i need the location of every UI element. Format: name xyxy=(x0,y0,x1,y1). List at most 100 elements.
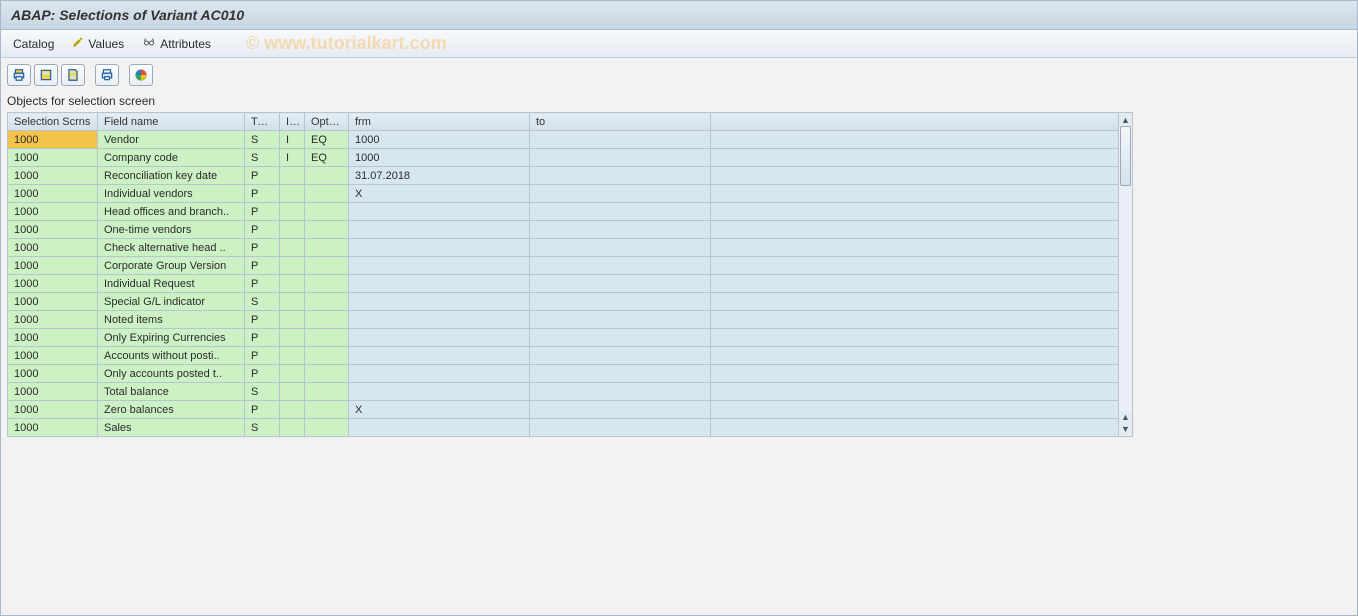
cell-scrn[interactable]: 1000 xyxy=(8,185,98,203)
cell-scrn[interactable]: 1000 xyxy=(8,293,98,311)
cell-from[interactable]: 1000 xyxy=(349,149,530,167)
cell-scrn[interactable]: 1000 xyxy=(8,383,98,401)
cell-type[interactable]: P xyxy=(245,239,280,257)
cell-type[interactable]: S xyxy=(245,383,280,401)
cell-from[interactable]: 1000 xyxy=(349,131,530,149)
table-row[interactable]: 1000Zero balancesPX xyxy=(8,401,1119,419)
cell-field-name[interactable]: Only accounts posted t.. xyxy=(98,365,245,383)
col-to[interactable]: to xyxy=(530,113,711,131)
cell-type[interactable]: P xyxy=(245,221,280,239)
cell-to[interactable] xyxy=(530,275,711,293)
scroll-track[interactable] xyxy=(1119,126,1132,411)
cell-ie[interactable]: I xyxy=(280,131,305,149)
cell-from[interactable]: 31.07.2018 xyxy=(349,167,530,185)
cell-type[interactable]: P xyxy=(245,203,280,221)
cell-type[interactable]: P xyxy=(245,257,280,275)
cell-option[interactable] xyxy=(305,419,349,437)
col-ie[interactable]: I/E xyxy=(280,113,305,131)
cell-option[interactable] xyxy=(305,311,349,329)
cell-field-name[interactable]: Individual Request xyxy=(98,275,245,293)
cell-scrn[interactable]: 1000 xyxy=(8,347,98,365)
cell-ie[interactable] xyxy=(280,203,305,221)
cell-from[interactable] xyxy=(349,347,530,365)
cell-from[interactable] xyxy=(349,221,530,239)
cell-type[interactable]: P xyxy=(245,329,280,347)
cell-ie[interactable] xyxy=(280,257,305,275)
cell-ie[interactable] xyxy=(280,419,305,437)
cell-field-name[interactable]: Sales xyxy=(98,419,245,437)
cell-scrn[interactable]: 1000 xyxy=(8,167,98,185)
cell-field-name[interactable]: Reconciliation key date xyxy=(98,167,245,185)
cell-to[interactable] xyxy=(530,347,711,365)
cell-scrn[interactable]: 1000 xyxy=(8,203,98,221)
cell-option[interactable] xyxy=(305,293,349,311)
cell-to[interactable] xyxy=(530,221,711,239)
cell-from[interactable] xyxy=(349,257,530,275)
cell-type[interactable]: P xyxy=(245,347,280,365)
col-type[interactable]: Type xyxy=(245,113,280,131)
table-row[interactable]: 1000Only Expiring CurrenciesP xyxy=(8,329,1119,347)
cell-type[interactable]: S xyxy=(245,419,280,437)
cell-to[interactable] xyxy=(530,365,711,383)
cell-scrn[interactable]: 1000 xyxy=(8,239,98,257)
cell-field-name[interactable]: Total balance xyxy=(98,383,245,401)
cell-scrn[interactable]: 1000 xyxy=(8,419,98,437)
cell-from[interactable]: X xyxy=(349,185,530,203)
cell-option[interactable] xyxy=(305,185,349,203)
cell-option[interactable] xyxy=(305,383,349,401)
table-row[interactable]: 1000Noted itemsP xyxy=(8,311,1119,329)
table-row[interactable]: 1000VendorSIEQ1000 xyxy=(8,131,1119,149)
cell-from[interactable] xyxy=(349,293,530,311)
cell-from[interactable] xyxy=(349,383,530,401)
cell-field-name[interactable]: One-time vendors xyxy=(98,221,245,239)
cell-field-name[interactable]: Head offices and branch.. xyxy=(98,203,245,221)
cell-to[interactable] xyxy=(530,239,711,257)
cell-ie[interactable] xyxy=(280,365,305,383)
cell-option[interactable] xyxy=(305,203,349,221)
cell-field-name[interactable]: Accounts without posti.. xyxy=(98,347,245,365)
cell-to[interactable] xyxy=(530,131,711,149)
table-row[interactable]: 1000One-time vendorsP xyxy=(8,221,1119,239)
selection-table[interactable]: Selection Scrns Field name Type I/E Opti… xyxy=(7,112,1119,437)
cell-from[interactable] xyxy=(349,419,530,437)
menu-catalog[interactable]: Catalog xyxy=(13,37,54,51)
cell-type[interactable]: S xyxy=(245,293,280,311)
cell-scrn[interactable]: 1000 xyxy=(8,149,98,167)
table-row[interactable]: 1000Corporate Group VersionP xyxy=(8,257,1119,275)
cell-from[interactable] xyxy=(349,239,530,257)
print-button[interactable] xyxy=(7,64,31,86)
cell-to[interactable] xyxy=(530,329,711,347)
cell-ie[interactable] xyxy=(280,311,305,329)
cell-ie[interactable] xyxy=(280,275,305,293)
cell-option[interactable] xyxy=(305,329,349,347)
scroll-up-icon[interactable]: ▲ xyxy=(1121,114,1130,126)
select-all-button[interactable] xyxy=(34,64,58,86)
cell-option[interactable] xyxy=(305,257,349,275)
cell-scrn[interactable]: 1000 xyxy=(8,401,98,419)
cell-to[interactable] xyxy=(530,401,711,419)
scroll-down-icon[interactable]: ▲ xyxy=(1121,411,1130,423)
menu-values[interactable]: Values xyxy=(72,36,124,51)
cell-to[interactable] xyxy=(530,185,711,203)
cell-to[interactable] xyxy=(530,257,711,275)
cell-to[interactable] xyxy=(530,293,711,311)
table-row[interactable]: 1000Total balanceS xyxy=(8,383,1119,401)
cell-type[interactable]: S xyxy=(245,149,280,167)
table-row[interactable]: 1000Individual RequestP xyxy=(8,275,1119,293)
table-row[interactable]: 1000Individual vendorsPX xyxy=(8,185,1119,203)
cell-field-name[interactable]: Corporate Group Version xyxy=(98,257,245,275)
cell-ie[interactable] xyxy=(280,347,305,365)
cell-to[interactable] xyxy=(530,311,711,329)
scroll-down-icon-2[interactable]: ▼ xyxy=(1121,423,1130,435)
table-row[interactable]: 1000Reconciliation key dateP31.07.2018 xyxy=(8,167,1119,185)
cell-ie[interactable] xyxy=(280,167,305,185)
col-option[interactable]: Option xyxy=(305,113,349,131)
cell-to[interactable] xyxy=(530,167,711,185)
cell-option[interactable]: EQ xyxy=(305,131,349,149)
cell-to[interactable] xyxy=(530,383,711,401)
cell-from[interactable] xyxy=(349,203,530,221)
cell-to[interactable] xyxy=(530,203,711,221)
col-selection-screens[interactable]: Selection Scrns xyxy=(8,113,98,131)
col-field-name[interactable]: Field name xyxy=(98,113,245,131)
cell-field-name[interactable]: Individual vendors xyxy=(98,185,245,203)
